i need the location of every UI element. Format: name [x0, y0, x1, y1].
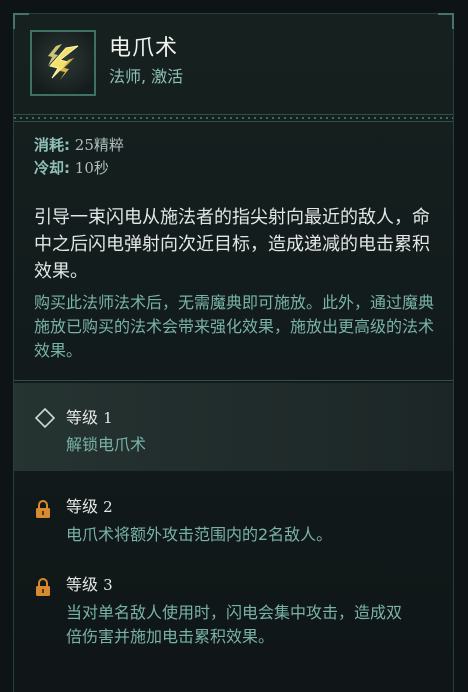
level-2-desc: 电爪术将额外攻击范围内的2名敌人。 [66, 525, 333, 544]
skill-tags: 法师, 激活 [109, 67, 184, 86]
cooldown-row: 冷却: 10秒 [34, 157, 124, 180]
grimoire-note: 购买此法师法术后，无需魔典即可施放。此外，通过魔典施放已购买的法术会带来强化效果… [34, 293, 435, 360]
lightning-icon [48, 44, 79, 80]
level-label: 等级 [66, 575, 99, 594]
level-number: 3 [103, 576, 113, 594]
level-1-row: 等级 1 解锁电爪术 [14, 383, 453, 471]
lock-icon [36, 578, 50, 596]
level-1-desc: 解锁电爪术 [66, 435, 147, 454]
level-label: 等级 [66, 408, 99, 427]
skill-description: 引导一束闪电从施法者的指尖射向最近的敌人，命中之后闪电弹射向次近目标，造成递减的… [34, 207, 430, 282]
skill-name: 电爪术 [109, 36, 179, 61]
cooldown-value: 10秒 [74, 159, 109, 177]
level-1-title: 等级 1 [66, 404, 113, 428]
levels-divider [14, 380, 453, 381]
level-number: 1 [103, 409, 113, 427]
header-divider [14, 114, 453, 122]
skill-icon-frame [30, 30, 96, 96]
level-3-row: 等级 3 当对单名敌人使用时，闪电会集中攻击，造成双倍伤害并施加电击累积效果。 [14, 549, 453, 679]
diamond-icon [34, 407, 56, 429]
cost-row: 消耗: 25精粹 [34, 134, 124, 157]
skill-stats: 消耗: 25精粹 冷却: 10秒 [34, 134, 124, 180]
level-2-title: 等级 2 [66, 493, 113, 517]
cost-label: 消耗: [34, 136, 70, 154]
level-number: 2 [103, 498, 113, 516]
level-2-row: 等级 2 电爪术将额外攻击范围内的2名敌人。 [14, 471, 453, 547]
skill-tooltip-panel: 电爪术 法师, 激活 消耗: 25精粹 冷却: 10秒 引导一束闪电从施法者的指… [13, 13, 454, 692]
cooldown-label: 冷却: [34, 159, 70, 177]
tooltip-header: 电爪术 法师, 激活 [14, 14, 453, 112]
level-3-desc: 当对单名敌人使用时，闪电会集中攻击，造成双倍伤害并施加电击累积效果。 [66, 603, 403, 646]
level-3-title: 等级 3 [66, 571, 113, 595]
cost-value: 25精粹 [74, 136, 124, 154]
level-label: 等级 [66, 497, 99, 516]
lock-icon [36, 500, 50, 518]
